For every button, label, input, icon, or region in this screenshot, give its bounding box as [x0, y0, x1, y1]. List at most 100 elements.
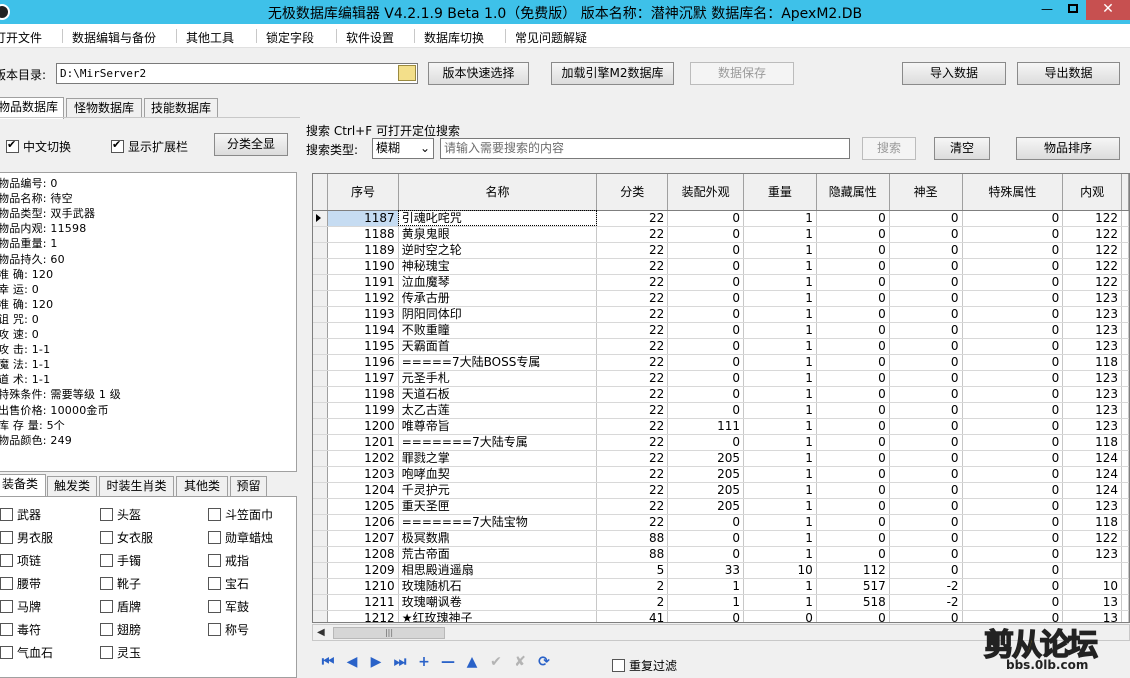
- category-checkbox[interactable]: 灵玉: [100, 644, 141, 661]
- category-checkbox[interactable]: 戒指: [208, 552, 249, 569]
- table-cell[interactable]: 2: [596, 594, 669, 611]
- table-row[interactable]: 1190 神秘瑰宝 22 0 1 0 0 0 122: [313, 258, 1129, 275]
- row-indicator[interactable]: [313, 578, 329, 595]
- row-indicator[interactable]: [313, 354, 329, 371]
- table-cell[interactable]: 123: [1062, 338, 1122, 355]
- table-cell[interactable]: 1: [743, 354, 817, 371]
- table-cell[interactable]: 518: [816, 594, 890, 611]
- table-cell[interactable]: 0: [962, 514, 1064, 531]
- table-cell[interactable]: 1: [743, 514, 817, 531]
- table-cell[interactable]: 咆哮血契: [398, 466, 598, 483]
- table-row[interactable]: 1188 黄泉鬼眼 22 0 1 0 0 0 122: [313, 226, 1129, 243]
- row-indicator[interactable]: [313, 386, 329, 403]
- table-row[interactable]: 1207 极冥数鼎 88 0 1 0 0 0 122: [313, 530, 1129, 547]
- table-cell[interactable]: 22: [596, 434, 669, 451]
- table-cell[interactable]: 1200: [327, 418, 399, 435]
- category-tab-0[interactable]: 装备类: [0, 474, 46, 496]
- column-header[interactable]: 神圣: [889, 174, 963, 211]
- table-cell[interactable]: 罪戮之掌: [398, 450, 598, 467]
- table-cell[interactable]: 1: [743, 418, 817, 435]
- table-cell[interactable]: 0: [962, 466, 1064, 483]
- table-cell[interactable]: 天霸面首: [398, 338, 598, 355]
- table-cell[interactable]: 22: [596, 418, 669, 435]
- table-row[interactable]: 1198 天道石板 22 0 1 0 0 0 123: [313, 386, 1129, 403]
- table-cell[interactable]: 0: [816, 530, 890, 547]
- table-cell[interactable]: 123: [1062, 386, 1122, 403]
- table-cell[interactable]: 1: [743, 482, 817, 499]
- category-checkbox[interactable]: 头盔: [100, 506, 141, 523]
- table-cell[interactable]: 1: [743, 434, 817, 451]
- table-cell[interactable]: 黄泉鬼眼: [398, 226, 598, 243]
- table-cell[interactable]: 0: [667, 434, 744, 451]
- row-indicator[interactable]: [313, 450, 329, 467]
- table-cell[interactable]: 0: [962, 594, 1064, 611]
- table-cell[interactable]: 0: [667, 530, 744, 547]
- close-button[interactable]: ✕: [1086, 0, 1130, 20]
- table-cell[interactable]: 2: [596, 578, 669, 595]
- table-cell[interactable]: 22: [596, 290, 669, 307]
- table-cell[interactable]: 122: [1062, 274, 1122, 291]
- table-cell[interactable]: =====7大陆BOSS专属: [398, 354, 598, 371]
- table-cell[interactable]: 123: [1062, 402, 1122, 419]
- category-tab-3[interactable]: 其他类: [176, 476, 228, 496]
- column-header[interactable]: 分类: [596, 174, 669, 211]
- table-cell[interactable]: 205: [667, 450, 744, 467]
- category-checkbox[interactable]: 翅膀: [100, 621, 141, 638]
- prev-record-icon[interactable]: ◀: [342, 652, 362, 672]
- table-cell[interactable]: 0: [816, 498, 890, 515]
- table-cell[interactable]: 1196: [327, 354, 399, 371]
- table-cell[interactable]: 112: [816, 562, 890, 579]
- table-cell[interactable]: 1194: [327, 322, 399, 339]
- column-header[interactable]: 序号: [327, 174, 399, 211]
- table-cell[interactable]: 22: [596, 274, 669, 291]
- table-row[interactable]: 1203 咆哮血契 22 205 1 0 0 0 124: [313, 466, 1129, 483]
- table-row[interactable]: 1187 引魂叱咤咒 22 0 1 0 0 0 122: [313, 210, 1129, 227]
- menu-item-1[interactable]: 数据编辑与备份: [72, 29, 156, 46]
- table-cell[interactable]: 0: [889, 322, 963, 339]
- row-indicator[interactable]: [313, 466, 329, 483]
- table-cell[interactable]: 1: [743, 306, 817, 323]
- row-indicator[interactable]: [313, 274, 329, 291]
- table-cell[interactable]: 123: [1062, 498, 1122, 515]
- table-cell[interactable]: 1209: [327, 562, 399, 579]
- table-cell[interactable]: 0: [667, 258, 744, 275]
- table-cell[interactable]: 0: [667, 242, 744, 259]
- dir-input[interactable]: D:\MirServer2: [56, 63, 418, 84]
- tab-skill-db[interactable]: 技能数据库: [144, 98, 218, 118]
- table-cell[interactable]: 0: [962, 338, 1064, 355]
- menu-item-0[interactable]: 打开文件: [0, 29, 42, 46]
- row-indicator[interactable]: [313, 226, 329, 243]
- table-cell[interactable]: 1: [743, 274, 817, 291]
- table-row[interactable]: 1195 天霸面首 22 0 1 0 0 0 123: [313, 338, 1129, 355]
- table-cell[interactable]: 玫瑰嘲讽卷: [398, 594, 598, 611]
- table-cell[interactable]: 0: [816, 514, 890, 531]
- table-cell[interactable]: 0: [816, 386, 890, 403]
- category-checkbox[interactable]: 毒符: [0, 621, 41, 638]
- table-cell[interactable]: 0: [816, 450, 890, 467]
- category-checkbox[interactable]: 项链: [0, 552, 41, 569]
- table-cell[interactable]: 泣血魔琴: [398, 274, 598, 291]
- table-cell[interactable]: 0: [889, 546, 963, 563]
- table-cell[interactable]: 0: [667, 210, 744, 227]
- table-cell[interactable]: 1212: [327, 610, 399, 622]
- table-cell[interactable]: 0: [889, 290, 963, 307]
- table-cell[interactable]: 0: [889, 450, 963, 467]
- cancel-record-icon[interactable]: ✘: [510, 652, 530, 672]
- table-cell[interactable]: 0: [962, 546, 1064, 563]
- table-cell[interactable]: 22: [596, 514, 669, 531]
- table-cell[interactable]: 0: [667, 338, 744, 355]
- table-cell[interactable]: 0: [962, 530, 1064, 547]
- table-row[interactable]: 1206 =======7大陆宝物 22 0 1 0 0 0 118: [313, 514, 1129, 531]
- table-cell[interactable]: 0: [889, 386, 963, 403]
- table-cell[interactable]: 1: [743, 386, 817, 403]
- item-sort-button[interactable]: 物品排序: [1016, 137, 1120, 160]
- save-data-button[interactable]: 数据保存: [690, 62, 794, 85]
- table-cell[interactable]: 0: [889, 498, 963, 515]
- column-header[interactable]: 名称: [398, 174, 598, 211]
- export-button[interactable]: 导出数据: [1017, 62, 1120, 85]
- table-cell[interactable]: 111: [667, 418, 744, 435]
- table-cell[interactable]: 0: [816, 274, 890, 291]
- column-header[interactable]: 重量: [743, 174, 817, 211]
- table-cell[interactable]: 1197: [327, 370, 399, 387]
- table-cell[interactable]: 1: [667, 578, 744, 595]
